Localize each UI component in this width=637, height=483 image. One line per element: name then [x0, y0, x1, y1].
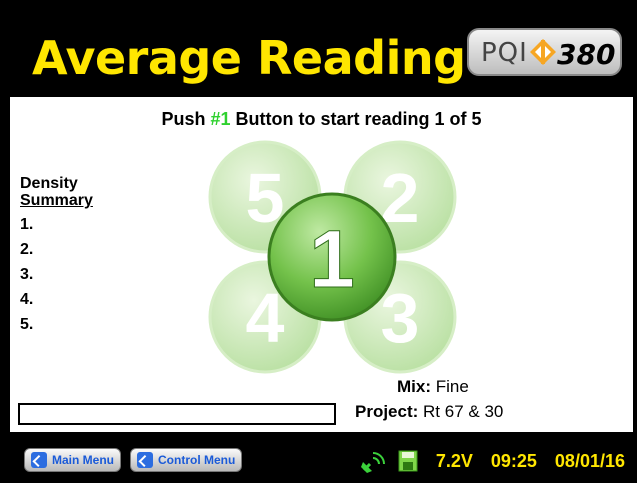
project-value: Rt 67 & 30 [423, 402, 504, 421]
current-date: 08/01/16 [554, 450, 625, 471]
reading-panel: Push #1 Button to start reading 1 of 5 D… [10, 97, 633, 432]
density-summary: Density Summary 1. 2. 3. 4. 5. [20, 175, 93, 334]
instruction-highlight: #1 [210, 109, 231, 129]
mix-info: Mix: Fine [397, 377, 469, 397]
save-disk-icon [398, 450, 418, 472]
main-menu-label: Main Menu [52, 453, 114, 467]
instruction-suffix: Button to start reading 1 of 5 [230, 109, 482, 129]
clock-time: 09:25 [490, 450, 537, 471]
summary-row-4: 4. [20, 291, 34, 308]
control-menu-label: Control Menu [158, 453, 236, 467]
reading-buttons: 5 2 4 3 1 [208, 140, 457, 374]
mix-value: Fine [435, 377, 469, 396]
footer-bar: Main Menu Control Menu 7.2V 09:25 08/01/… [0, 438, 637, 483]
instruction-text: Push #1 Button to start reading 1 of 5 [10, 109, 633, 130]
instruction-prefix: Push [161, 109, 211, 129]
mix-label: Mix: [397, 377, 431, 396]
menu-arrow-icon [137, 452, 153, 468]
reading-input-field[interactable] [18, 403, 336, 425]
device-screen: Average Reading PQI 380 Push #1 Button t… [0, 0, 637, 483]
summary-row-2: 2. [20, 241, 34, 258]
status-area: 7.2V 09:25 08/01/16 [360, 448, 625, 474]
project-info: Project: Rt 67 & 30 [355, 402, 503, 422]
project-label: Project: [355, 402, 419, 421]
menu-arrow-icon [31, 452, 47, 468]
header: Average Reading PQI 380 [12, 13, 632, 97]
main-menu-button[interactable]: Main Menu [24, 448, 121, 472]
summary-row-1: 1. [20, 216, 34, 233]
summary-title-line1: Density [20, 175, 78, 192]
logo-text: PQI [481, 38, 528, 68]
summary-row-3: 3. [20, 266, 34, 283]
summary-row-5: 5. [20, 316, 34, 333]
brand-logo: PQI 380 [467, 28, 622, 76]
satellite-icon [360, 452, 385, 473]
battery-voltage: 7.2V [435, 450, 473, 471]
logo-mark-icon [530, 39, 556, 65]
summary-title-line2: Summary [20, 192, 93, 209]
logo-model: 380 [557, 38, 616, 71]
page-title: Average Reading [32, 31, 466, 85]
reading-button-1-label: 1 [309, 214, 355, 305]
reading-button-1[interactable]: 1 [267, 192, 397, 322]
control-menu-button[interactable]: Control Menu [130, 448, 243, 472]
